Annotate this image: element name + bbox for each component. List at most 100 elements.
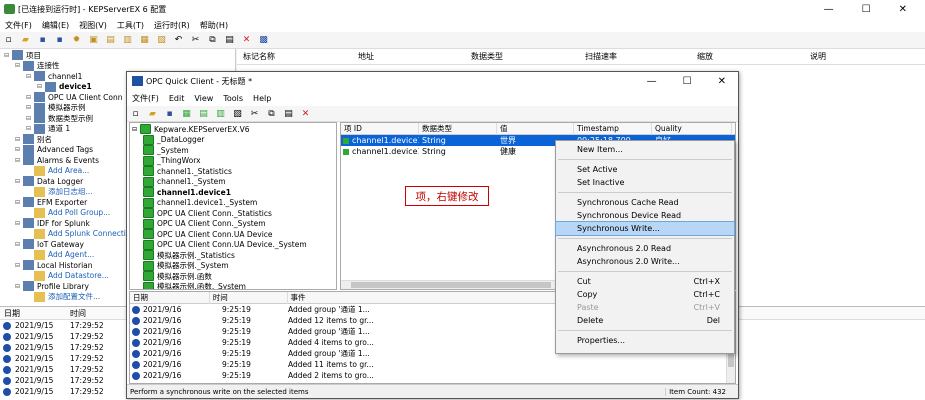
menu-help[interactable]: 帮助(H) bbox=[195, 20, 233, 31]
opc-tree-node[interactable]: _DataLogger bbox=[130, 134, 336, 146]
expand-icon[interactable]: ⊟ bbox=[4, 52, 12, 59]
opc-maximize-icon[interactable]: ☐ bbox=[683, 76, 692, 87]
new-device-icon[interactable]: ▣ bbox=[87, 34, 100, 47]
quick-client-icon[interactable]: ▩ bbox=[257, 34, 270, 47]
opc-tree-node[interactable]: 模拟器示例.函数._System bbox=[130, 281, 336, 289]
expand-icon[interactable]: ⊟ bbox=[15, 136, 23, 143]
opc-save-icon[interactable]: ▪ bbox=[163, 107, 176, 120]
col-scaling[interactable]: 缩放 bbox=[697, 51, 713, 62]
menu-view[interactable]: 视图(V) bbox=[74, 20, 112, 31]
opc-tree-node[interactable]: channel1.device1 bbox=[130, 187, 336, 198]
opc-properties-icon[interactable]: ▧ bbox=[231, 107, 244, 120]
opc-new-server-icon[interactable]: ▦ bbox=[180, 107, 193, 120]
log-col-time[interactable]: 时间 bbox=[70, 308, 86, 319]
opc-new-group-icon[interactable]: ▤ bbox=[197, 107, 210, 120]
new-tag-icon[interactable]: ▥ bbox=[121, 34, 134, 47]
expand-icon[interactable]: ⊟ bbox=[15, 220, 23, 227]
col-description[interactable]: 说明 bbox=[810, 51, 826, 62]
opc-tree-node[interactable]: 模拟器示例.函数 bbox=[130, 271, 336, 282]
opc-tree-node[interactable]: ⊟ Kepware.KEPServerEX.V6 bbox=[130, 124, 336, 135]
opc-delete-icon[interactable]: ✕ bbox=[299, 107, 312, 120]
opc-tree-node[interactable]: OPC UA Client Conn.UA Device bbox=[130, 229, 336, 240]
opc-log-row[interactable]: 2021/9/16 9:25:19 Added 11 items to gr... bbox=[130, 359, 735, 370]
context-menu-item[interactable]: Set Active bbox=[556, 163, 734, 176]
opc-menu-help[interactable]: Help bbox=[248, 94, 276, 103]
cut-icon[interactable]: ✂ bbox=[189, 34, 202, 47]
open-icon[interactable]: ▰ bbox=[19, 34, 32, 47]
menu-edit[interactable]: 编辑(E) bbox=[37, 20, 74, 31]
opc-menu-edit[interactable]: Edit bbox=[164, 94, 190, 103]
opc-menu-tools[interactable]: Tools bbox=[218, 94, 248, 103]
save-icon[interactable]: ▪ bbox=[36, 34, 49, 47]
new-channel-icon[interactable]: ✹ bbox=[70, 34, 83, 47]
opc-menu-view[interactable]: View bbox=[189, 94, 218, 103]
col-scan-rate[interactable]: 扫描速率 bbox=[585, 51, 617, 62]
opc-log-col-time[interactable]: 时间 bbox=[210, 292, 288, 304]
col-item-timestamp[interactable]: Timestamp bbox=[574, 123, 652, 135]
opc-tree-node[interactable]: 模拟器示例._Statistics bbox=[130, 250, 336, 261]
opc-close-icon[interactable]: ✕ bbox=[718, 76, 726, 87]
undo-icon[interactable]: ↶ bbox=[172, 34, 185, 47]
opc-minimize-icon[interactable]: — bbox=[647, 76, 657, 87]
expand-icon[interactable]: ⊟ bbox=[15, 146, 23, 153]
opc-tree-node[interactable]: channel1.device1._System bbox=[130, 197, 336, 209]
context-menu-item[interactable]: Cut Ctrl+X bbox=[556, 275, 734, 288]
opc-tree-node[interactable]: _System bbox=[130, 145, 336, 156]
col-tag-name[interactable]: 标记名称 bbox=[243, 51, 275, 62]
delete-icon[interactable]: ✕ bbox=[240, 34, 253, 47]
new-group-icon[interactable]: ▤ bbox=[104, 34, 117, 47]
context-menu-item[interactable]: Synchronous Cache Read bbox=[556, 196, 734, 209]
expand-icon[interactable]: ⊟ bbox=[26, 125, 34, 132]
expand-icon[interactable]: ⊟ bbox=[15, 262, 23, 269]
opc-tree-node[interactable]: 模拟器示例._System bbox=[130, 260, 336, 272]
opc-open-icon[interactable]: ▰ bbox=[146, 107, 159, 120]
col-item-type[interactable]: 数据类型 bbox=[419, 123, 497, 135]
col-address[interactable]: 地址 bbox=[358, 51, 374, 62]
context-menu-item[interactable]: Synchronous Write... bbox=[555, 221, 735, 236]
opc-tree-node[interactable]: channel1._Statistics bbox=[130, 166, 336, 177]
project-tree-node[interactable]: ⊟ 连接性 bbox=[0, 60, 235, 72]
opc-new-item-icon[interactable]: ▥ bbox=[214, 107, 227, 120]
opc-cut-icon[interactable]: ✂ bbox=[248, 107, 261, 120]
expand-icon[interactable]: ⊟ bbox=[132, 126, 140, 133]
opc-log-col-date[interactable]: 日期 bbox=[130, 292, 210, 304]
close-icon[interactable]: ✕ bbox=[899, 4, 907, 15]
context-menu-item[interactable]: Synchronous Device Read bbox=[556, 209, 734, 222]
context-menu-item[interactable]: Copy Ctrl+C bbox=[556, 288, 734, 301]
copy-icon[interactable]: ⧉ bbox=[206, 34, 219, 47]
log-col-date[interactable]: 日期 bbox=[4, 308, 20, 319]
opc-tree-node[interactable]: OPC UA Client Conn._Statistics bbox=[130, 208, 336, 219]
minimize-icon[interactable]: — bbox=[824, 4, 834, 15]
menu-tools[interactable]: 工具(T) bbox=[112, 20, 149, 31]
context-menu-item[interactable]: Asynchronous 2.0 Write... bbox=[556, 255, 734, 268]
expand-icon[interactable]: ⊟ bbox=[26, 94, 34, 101]
opc-tree-node[interactable]: OPC UA Client Conn.UA Device._System bbox=[130, 239, 336, 251]
expand-icon[interactable]: ⊟ bbox=[26, 73, 34, 80]
project-tree-node[interactable]: ⊟ 项目 bbox=[0, 50, 235, 61]
properties-icon[interactable]: ▧ bbox=[155, 34, 168, 47]
context-menu-item[interactable]: Asynchronous 2.0 Read bbox=[556, 242, 734, 255]
expand-icon[interactable]: ⊟ bbox=[15, 178, 23, 185]
col-item-quality[interactable]: Quality bbox=[652, 123, 732, 135]
opc-tree-node[interactable]: channel1._System bbox=[130, 176, 336, 188]
expand-icon[interactable]: ⊟ bbox=[15, 157, 23, 164]
opc-menu-file[interactable]: 文件(F) bbox=[127, 93, 164, 104]
expand-icon[interactable]: ⊟ bbox=[15, 241, 23, 248]
expand-icon[interactable]: ⊟ bbox=[37, 83, 45, 90]
opc-paste-icon[interactable]: ▤ bbox=[282, 107, 295, 120]
context-menu-item[interactable]: New Item... bbox=[556, 143, 734, 156]
opc-tree-node[interactable]: OPC UA Client Conn._System bbox=[130, 218, 336, 230]
context-menu-item[interactable]: Properties... bbox=[556, 334, 734, 347]
context-menu-item[interactable]: Paste Ctrl+V bbox=[556, 301, 734, 314]
col-item-id[interactable]: 项 ID bbox=[341, 123, 419, 135]
new-icon[interactable]: ▫ bbox=[2, 34, 15, 47]
opc-tree-node[interactable]: _ThingWorx bbox=[130, 155, 336, 167]
expand-icon[interactable]: ⊟ bbox=[15, 199, 23, 206]
opc-copy-icon[interactable]: ⧉ bbox=[265, 107, 278, 120]
expand-icon[interactable]: ⊟ bbox=[26, 104, 34, 111]
context-menu-item[interactable]: Set Inactive bbox=[556, 176, 734, 189]
opc-log-row[interactable]: 2021/9/16 9:25:19 Added 2 items to gro... bbox=[130, 370, 735, 381]
expand-icon[interactable]: ⊟ bbox=[26, 115, 34, 122]
col-data-type[interactable]: 数据类型 bbox=[471, 51, 503, 62]
paste-icon[interactable]: ▤ bbox=[223, 34, 236, 47]
